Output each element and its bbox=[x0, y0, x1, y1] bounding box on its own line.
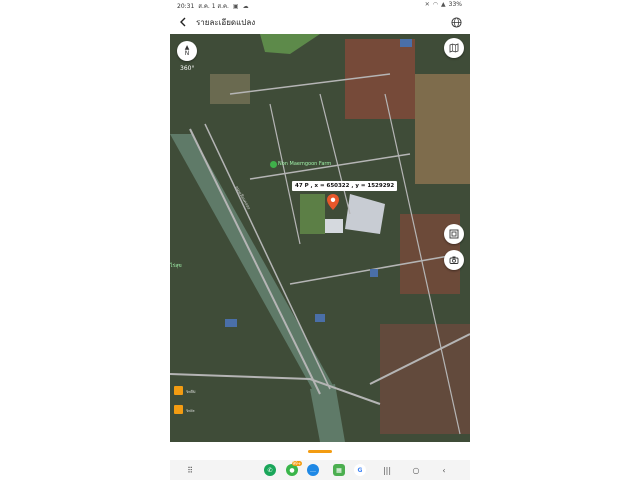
map-type-button[interactable] bbox=[444, 38, 464, 58]
home-icon[interactable]: ○ bbox=[410, 464, 422, 476]
status-bar: 20:31 ส.ค. 1 ส.ค. ▣ ☁ ✕ ◠ ▲ 33% bbox=[170, 0, 470, 10]
field bbox=[300, 194, 325, 234]
back-arrow-icon bbox=[180, 17, 186, 27]
recent-apps-icon[interactable]: ||| bbox=[381, 464, 393, 476]
field bbox=[210, 74, 250, 104]
map-tools: ระดับ ระยะ bbox=[174, 386, 195, 424]
signal-icon: ▲ bbox=[441, 1, 446, 8]
camera-button[interactable] bbox=[444, 250, 464, 270]
farm-poi-icon[interactable] bbox=[270, 161, 277, 168]
mute-icon: ✕ bbox=[424, 1, 430, 8]
building-roof bbox=[400, 39, 412, 47]
battery-percent: 33% bbox=[448, 1, 462, 8]
tool-label: ระยะ bbox=[186, 408, 195, 413]
compass-button[interactable]: ▲ N bbox=[177, 41, 197, 61]
back-nav-icon[interactable]: ‹ bbox=[438, 464, 450, 476]
layer-select-button[interactable] bbox=[444, 224, 464, 244]
map-imagery bbox=[170, 34, 470, 442]
measure-level-tool[interactable] bbox=[174, 386, 183, 395]
language-button[interactable] bbox=[448, 14, 464, 30]
phone-screen: 20:31 ส.ค. 1 ส.ค. ▣ ☁ ✕ ◠ ▲ 33% รายละเอี… bbox=[170, 0, 470, 480]
bottom-sheet bbox=[170, 442, 470, 460]
location-pin-icon[interactable] bbox=[327, 194, 339, 210]
building-roof bbox=[370, 269, 378, 277]
globe-icon bbox=[450, 16, 462, 28]
cloud-icon: ☁ bbox=[242, 2, 249, 10]
layers-icon bbox=[449, 229, 459, 239]
building-roof bbox=[315, 314, 325, 322]
sheet-drag-handle[interactable] bbox=[308, 450, 332, 453]
housing-block bbox=[415, 74, 470, 184]
status-time: 20:31 bbox=[177, 2, 195, 10]
messages-app-icon[interactable]: … bbox=[307, 464, 319, 476]
measure-distance-tool[interactable] bbox=[174, 405, 183, 414]
notification-badge: 99+ bbox=[291, 461, 302, 466]
app-drawer-icon[interactable]: ⠿ bbox=[184, 464, 196, 476]
tool-label: ระดับ bbox=[186, 389, 196, 394]
google-app-icon[interactable]: G bbox=[354, 464, 366, 476]
coordinate-label: 47 P , x = 650322 , y = 1529292 bbox=[292, 181, 398, 191]
camera-icon bbox=[449, 256, 459, 264]
app-bar: รายละเอียดแปลง bbox=[170, 10, 470, 34]
multi-window-icon[interactable]: ▦ bbox=[333, 464, 345, 476]
back-button[interactable] bbox=[174, 13, 192, 31]
view-360-label[interactable]: 360° bbox=[180, 65, 194, 72]
building-roof bbox=[225, 319, 237, 327]
map-icon bbox=[449, 43, 459, 53]
phone-app-icon[interactable]: ✆ bbox=[264, 464, 276, 476]
poi-label[interactable]: ไร่สุข bbox=[170, 262, 182, 270]
notification-icon: ▣ bbox=[232, 2, 239, 10]
farm-poi-label[interactable]: Non Maemgoon Farm bbox=[278, 161, 331, 167]
compass-label: N bbox=[184, 50, 190, 57]
line-app-icon[interactable]: ● 99+ bbox=[286, 461, 302, 476]
building-roof bbox=[325, 219, 343, 233]
wifi-icon: ◠ bbox=[432, 1, 439, 8]
page-title: รายละเอียดแปลง bbox=[196, 18, 256, 27]
satellite-map[interactable]: ▲ N 360° Non Maemgoon Farm ไร่สุข ถนนเลี… bbox=[170, 34, 470, 442]
taskbar: ⠿ ✆ ● 99+ … ▦ G ||| ○ ‹ bbox=[170, 460, 470, 480]
